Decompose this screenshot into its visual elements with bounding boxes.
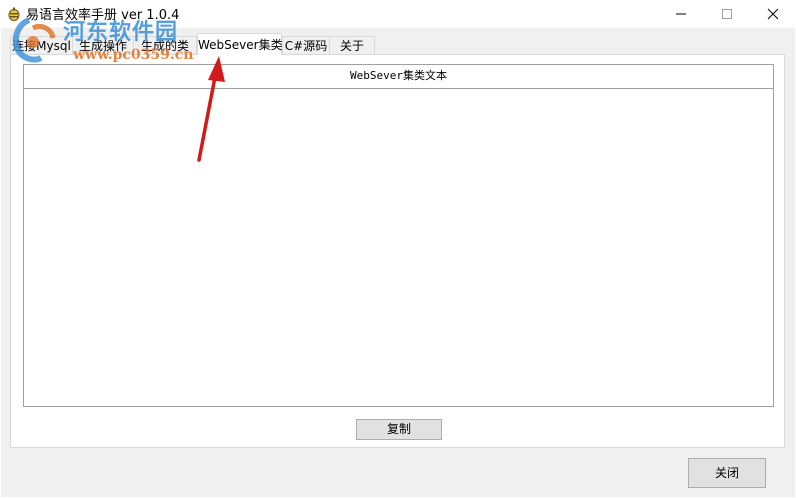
tab-generated-classes[interactable]: 生成的类: [133, 36, 197, 54]
tab-websever-classes[interactable]: WebSever集类: [197, 33, 283, 55]
app-icon: [8, 7, 20, 21]
tab-about[interactable]: 关于: [329, 36, 375, 54]
copy-button[interactable]: 复制: [356, 419, 442, 440]
title-bar: 易语言效率手册 ver 1.0.4: [0, 0, 796, 28]
close-window-button[interactable]: [750, 0, 796, 28]
client-area: 连接Mysql 生成操作 生成的类 WebSever集类 C#源码 关于 Web…: [1, 28, 795, 497]
maximize-button[interactable]: [704, 0, 750, 28]
tab-connect-mysql[interactable]: 连接Mysql: [10, 36, 73, 54]
websever-text-area[interactable]: [24, 89, 773, 406]
minimize-icon: [676, 13, 686, 15]
tab-panel: WebSever集类文本: [10, 54, 785, 448]
tab-generate-ops[interactable]: 生成操作: [72, 36, 134, 54]
text-box-header: WebSever集类文本: [24, 65, 773, 89]
close-app-button[interactable]: 关闭: [688, 458, 766, 488]
minimize-button[interactable]: [658, 0, 704, 28]
window-title: 易语言效率手册 ver 1.0.4: [26, 8, 180, 23]
close-icon: [767, 8, 779, 20]
tab-csharp-source[interactable]: C#源码: [282, 36, 330, 54]
maximize-icon: [722, 9, 732, 19]
websever-text-box: WebSever集类文本: [23, 64, 774, 407]
